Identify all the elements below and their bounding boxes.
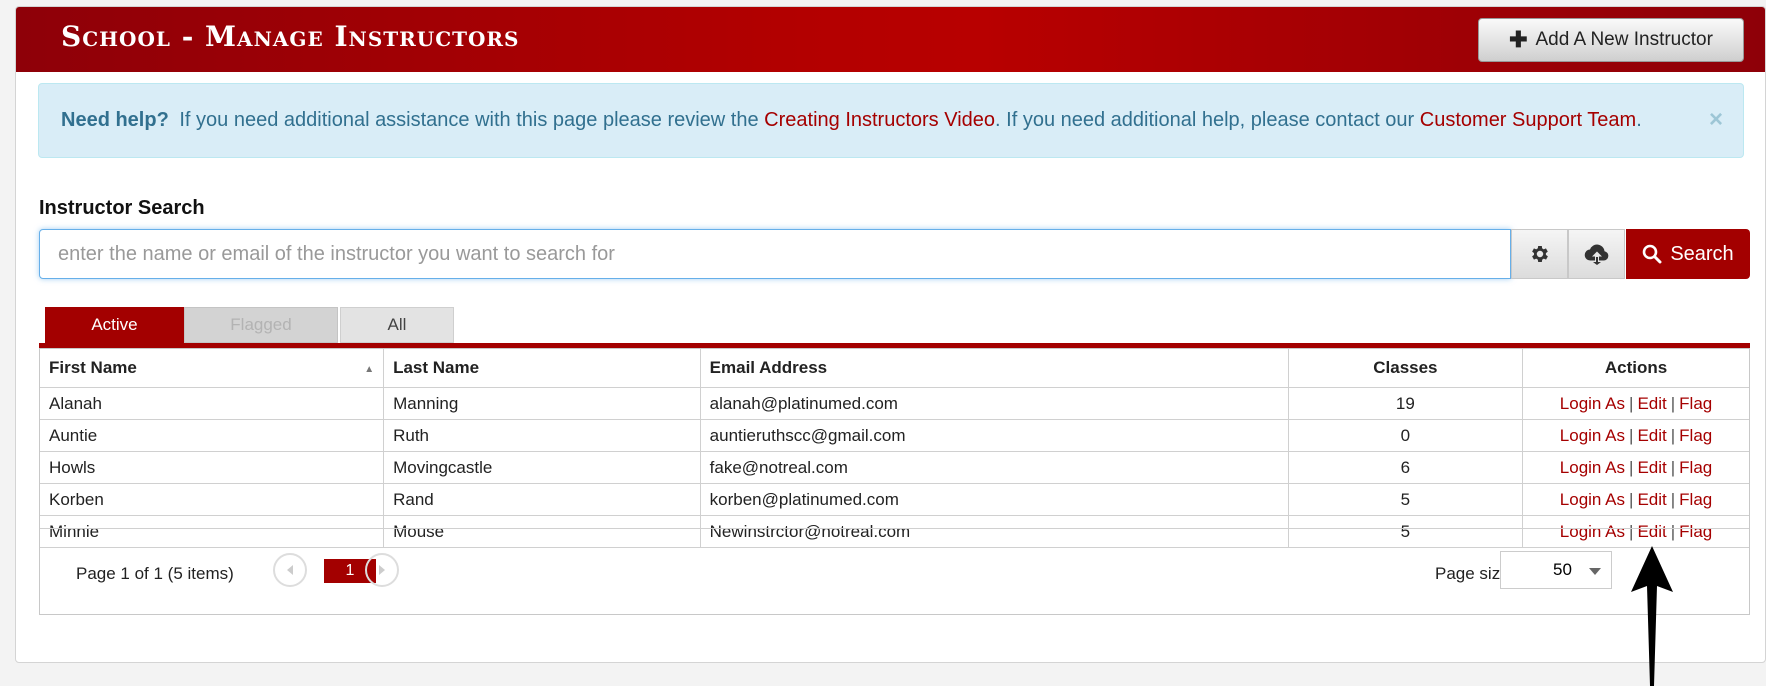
- cloud-download-icon: [1584, 244, 1608, 265]
- chevron-down-icon: [1589, 568, 1601, 575]
- flag-link[interactable]: Flag: [1679, 458, 1712, 477]
- cell-classes: 19: [1287, 387, 1524, 420]
- cell-actions: Login As | Edit | Flag: [1522, 451, 1749, 484]
- action-separator: |: [1670, 425, 1676, 445]
- login-as-link[interactable]: Login As: [1560, 426, 1625, 445]
- login-as-link[interactable]: Login As: [1560, 490, 1625, 509]
- action-separator: |: [1629, 393, 1634, 413]
- search-input[interactable]: [39, 229, 1511, 279]
- cell-last-name: Manning: [383, 387, 701, 420]
- annotation-arrow-icon: [1631, 546, 1673, 686]
- cell-classes: 6: [1287, 451, 1524, 484]
- column-header-first-name[interactable]: First Name ▲: [40, 349, 385, 388]
- cell-actions: Login As | Edit | Flag: [1522, 483, 1749, 516]
- search-label: Instructor Search: [39, 197, 205, 219]
- action-separator: |: [1670, 457, 1676, 477]
- action-separator: |: [1670, 489, 1676, 509]
- action-separator: |: [1629, 457, 1634, 477]
- creating-instructors-video-link[interactable]: Creating Instructors Video: [764, 109, 995, 131]
- action-separator: |: [1670, 393, 1676, 413]
- search-button[interactable]: Search: [1626, 229, 1750, 279]
- customer-support-link[interactable]: Customer Support Team: [1420, 109, 1636, 131]
- login-as-link[interactable]: Login As: [1560, 394, 1625, 413]
- cell-actions: Login As | Edit | Flag: [1522, 387, 1749, 420]
- cell-first-name: Korben: [40, 483, 385, 516]
- prev-page-button[interactable]: [273, 553, 307, 587]
- cell-email: korben@platinumed.com: [699, 483, 1289, 516]
- column-header-email[interactable]: Email Address: [699, 349, 1289, 388]
- cell-actions: Login As | Edit | Flag: [1522, 419, 1749, 452]
- cell-classes: 0: [1287, 419, 1524, 452]
- chevron-right-icon: [379, 565, 385, 575]
- add-instructor-label: Add A New Instructor: [1535, 29, 1713, 50]
- pager-info: Page 1 of 1 (5 items): [76, 564, 234, 583]
- flag-link[interactable]: Flag: [1679, 426, 1712, 445]
- tab-all[interactable]: All: [340, 307, 454, 343]
- page-size-select[interactable]: 50: [1500, 551, 1612, 589]
- cell-last-name: Ruth: [383, 419, 701, 452]
- close-icon[interactable]: ×: [1709, 106, 1723, 134]
- table-row: Korben Rand korben@platinumed.com 5 Logi…: [40, 483, 1749, 516]
- pager: Page 1 of 1 (5 items) 1 Page size: 50: [40, 528, 1749, 615]
- table-row: Alanah Manning alanah@platinumed.com 19 …: [40, 387, 1749, 420]
- page-size-value: 50: [1553, 560, 1572, 579]
- help-text-2: . If you need additional help, please co…: [995, 109, 1415, 131]
- tab-active[interactable]: Active: [45, 307, 184, 343]
- cell-first-name: Auntie: [40, 419, 385, 452]
- cell-first-name: Alanah: [40, 387, 385, 420]
- add-instructor-button[interactable]: ✚ Add A New Instructor: [1478, 18, 1744, 62]
- edit-link[interactable]: Edit: [1637, 394, 1666, 413]
- instructors-table: First Name ▲ Last Name Email Address Cla…: [40, 349, 1749, 548]
- flag-link[interactable]: Flag: [1679, 394, 1712, 413]
- search-button-label: Search: [1670, 242, 1734, 265]
- cell-email: fake@notreal.com: [699, 451, 1289, 484]
- page-title: School - Manage Instructors: [61, 20, 520, 53]
- table-row: Auntie Ruth auntieruthscc@gmail.com 0 Lo…: [40, 419, 1749, 452]
- cell-first-name: Howls: [40, 451, 385, 484]
- instructors-grid: First Name ▲ Last Name Email Address Cla…: [39, 348, 1750, 615]
- settings-button[interactable]: [1511, 229, 1568, 279]
- edit-link[interactable]: Edit: [1637, 490, 1666, 509]
- column-header-classes[interactable]: Classes: [1287, 349, 1524, 388]
- login-as-link[interactable]: Login As: [1560, 458, 1625, 477]
- page-header: School - Manage Instructors ✚ Add A New …: [16, 7, 1765, 72]
- action-separator: |: [1629, 425, 1634, 445]
- next-page-button[interactable]: [365, 553, 399, 587]
- cell-email: auntieruthscc@gmail.com: [699, 419, 1289, 452]
- chevron-left-icon: [287, 565, 293, 575]
- table-row: Howls Movingcastle fake@notreal.com 6 Lo…: [40, 451, 1749, 484]
- column-header-actions: Actions: [1522, 349, 1749, 388]
- tab-flagged[interactable]: Flagged: [184, 307, 338, 343]
- flag-link[interactable]: Flag: [1679, 490, 1712, 509]
- cell-last-name: Movingcastle: [383, 451, 701, 484]
- cell-last-name: Rand: [383, 483, 701, 516]
- help-text-3: .: [1636, 109, 1642, 131]
- plus-icon: ✚: [1509, 27, 1528, 52]
- download-button[interactable]: [1568, 229, 1625, 279]
- help-lead: Need help?: [61, 109, 169, 131]
- gear-icon: [1531, 246, 1548, 262]
- main-panel: School - Manage Instructors ✚ Add A New …: [15, 6, 1766, 663]
- table-header-row: First Name ▲ Last Name Email Address Cla…: [40, 349, 1749, 388]
- sort-ascending-icon: ▲: [364, 364, 375, 375]
- help-alert: Need help? If you need additional assist…: [38, 83, 1744, 158]
- search-icon: [1643, 244, 1662, 264]
- action-separator: |: [1629, 489, 1634, 509]
- cell-email: alanah@platinumed.com: [699, 387, 1289, 420]
- edit-link[interactable]: Edit: [1637, 426, 1666, 445]
- cell-classes: 5: [1287, 483, 1524, 516]
- help-text-1: If you need additional assistance with t…: [179, 109, 759, 131]
- edit-link[interactable]: Edit: [1637, 458, 1666, 477]
- column-header-last-name[interactable]: Last Name: [383, 349, 701, 388]
